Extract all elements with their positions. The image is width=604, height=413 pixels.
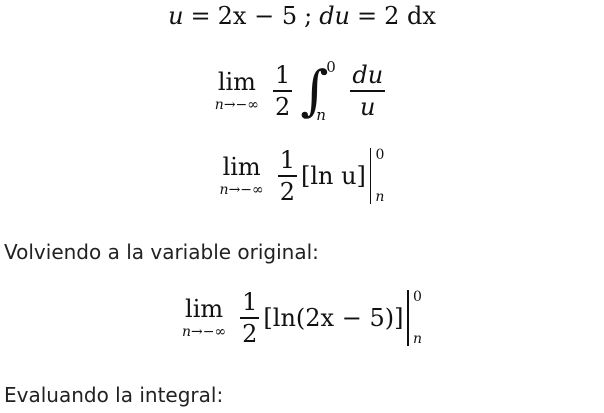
bracket-expression: [ln u] <box>300 162 366 190</box>
equation-limit-log: lim n→−∞ 1 2 [ln u] 0 n <box>0 148 604 214</box>
fraction-one-half: 1 2 <box>277 146 297 206</box>
lim-subscript: n→−∞ <box>182 324 227 340</box>
evaluation-upper: 0 <box>375 147 385 163</box>
text-volviendo: Volviendo a la variable original: <box>4 240 319 264</box>
lim-word: lim <box>222 153 261 181</box>
evaluation-vertical-line <box>369 148 372 204</box>
fraction-numerator: 1 <box>274 61 291 90</box>
integral-upper-limit: 0 <box>326 58 336 76</box>
evaluation-lower: n <box>375 189 385 205</box>
lim-word: lim <box>185 295 224 323</box>
equation-substitution: u = 2x − 5 ; du = 2 dx <box>0 2 604 34</box>
eq1-rhs-2: 2 dx <box>384 2 436 30</box>
eq1-separator: ; <box>304 2 313 30</box>
integrand-numerator: du <box>352 61 384 90</box>
eq1-equals-2: = <box>357 2 378 30</box>
integrand-fraction: du u <box>350 61 386 121</box>
eq1-du: du <box>319 2 351 30</box>
evaluation-upper: 0 <box>413 289 422 305</box>
evaluation-bounds: 0 n <box>413 290 422 346</box>
fraction-one-half: 1 2 <box>240 288 260 348</box>
limit-operator: lim n→−∞ <box>215 70 259 112</box>
bracket-expression: [ln(2x − 5)] <box>263 304 404 332</box>
lim-subscript: n→−∞ <box>214 97 259 113</box>
fraction-numerator: 1 <box>279 146 295 175</box>
lim-word: lim <box>217 68 256 96</box>
equation-limit-log-original: lim n→−∞ 1 2 [ln(2x − 5)] 0 n <box>0 290 604 358</box>
integral-sign: ∫ 0 n <box>300 58 336 124</box>
lim-subscript: n→−∞ <box>219 182 264 198</box>
integral-lower-limit: n <box>316 106 326 124</box>
evaluation-lower: n <box>412 331 422 347</box>
fraction-denominator: 2 <box>242 319 258 348</box>
fraction-denominator: 2 <box>279 177 295 206</box>
equation-limit-integral: lim n→−∞ 1 2 ∫ 0 n du u <box>0 56 604 132</box>
evaluation-bounds: 0 n <box>375 148 384 204</box>
evaluation-bar: 0 n <box>407 290 422 346</box>
eq1-rhs: 2x − 5 <box>217 2 298 30</box>
fraction-numerator: 1 <box>242 288 258 317</box>
fraction-one-half: 1 2 <box>272 61 293 121</box>
fraction-denominator: 2 <box>274 92 291 121</box>
eq1-equals: = <box>190 2 211 30</box>
text-evaluando: Evaluando la integral: <box>4 383 224 407</box>
evaluation-bar: 0 n <box>369 148 384 204</box>
integrand-denominator: u <box>360 92 376 121</box>
limit-operator: lim n→−∞ <box>182 297 226 339</box>
evaluation-vertical-line <box>407 290 409 346</box>
limit-operator: lim n→−∞ <box>220 155 264 197</box>
eq1-u: u <box>168 2 184 30</box>
